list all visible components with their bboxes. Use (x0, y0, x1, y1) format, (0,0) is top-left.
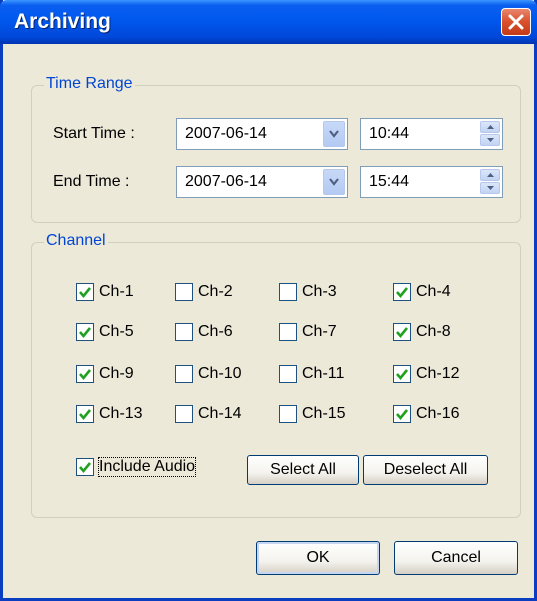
spin-up-icon (486, 125, 494, 129)
include-audio-label: Include Audio (97, 457, 197, 477)
start-date-picker[interactable]: 2007-06-14 (176, 118, 348, 150)
channel-checkbox[interactable]: Ch-4 (393, 280, 451, 304)
time-range-group: Time Range (31, 75, 521, 223)
channel-checkbox[interactable]: Ch-9 (76, 362, 134, 386)
channel-checkbox-label: Ch-5 (99, 323, 134, 340)
channel-checkbox-box[interactable] (279, 283, 297, 301)
channel-checkbox-box[interactable] (76, 365, 94, 383)
check-icon (396, 287, 409, 299)
chevron-down-icon (329, 130, 339, 138)
channel-checkbox[interactable]: Ch-1 (76, 280, 134, 304)
channel-checkbox-box[interactable] (175, 405, 193, 423)
channel-checkbox-label: Ch-10 (198, 365, 242, 382)
time-range-label: Time Range (44, 75, 135, 93)
channel-checkbox-box[interactable] (279, 365, 297, 383)
channel-checkbox-box[interactable] (393, 405, 411, 423)
channel-checkbox-box[interactable] (175, 323, 193, 341)
deselect-all-button[interactable]: Deselect All (363, 455, 488, 485)
channel-checkbox-box[interactable] (279, 405, 297, 423)
end-date-value: 2007-06-14 (185, 173, 267, 190)
channel-checkbox[interactable]: Ch-3 (279, 280, 337, 304)
channel-checkbox-label: Ch-14 (198, 405, 242, 422)
spin-down-icon (486, 138, 494, 142)
check-icon (396, 409, 409, 421)
channel-label: Channel (44, 232, 108, 250)
channel-checkbox-label: Ch-3 (302, 283, 337, 300)
channel-checkbox-label: Ch-4 (416, 283, 451, 300)
channel-checkbox[interactable]: Ch-16 (393, 402, 460, 426)
check-icon (396, 369, 409, 381)
close-button[interactable] (501, 8, 531, 36)
channel-checkbox-box[interactable] (393, 283, 411, 301)
channel-checkbox-label: Ch-9 (99, 365, 134, 382)
channel-checkbox[interactable]: Ch-7 (279, 320, 337, 344)
channel-checkbox-box[interactable] (175, 283, 193, 301)
channel-checkbox-label: Ch-6 (198, 323, 233, 340)
chevron-down-icon (329, 178, 339, 186)
include-audio-checkbox[interactable]: Include Audio (76, 455, 197, 479)
channel-checkbox-box[interactable] (76, 323, 94, 341)
check-icon (79, 462, 92, 474)
end-time-down-button[interactable] (480, 182, 500, 194)
channel-checkbox-box[interactable] (175, 365, 193, 383)
channel-checkbox-label: Ch-11 (302, 365, 345, 382)
archiving-dialog: Archiving Time Range Start Time : 2007-0… (0, 0, 537, 601)
check-icon (79, 369, 92, 381)
spin-up-icon (486, 173, 494, 177)
channel-checkbox[interactable]: Ch-13 (76, 402, 143, 426)
channel-checkbox[interactable]: Ch-5 (76, 320, 134, 344)
channel-checkbox[interactable]: Ch-6 (175, 320, 233, 344)
start-time-down-button[interactable] (480, 134, 500, 146)
channel-checkbox[interactable]: Ch-8 (393, 320, 451, 344)
channel-checkbox-box[interactable] (393, 365, 411, 383)
channel-checkbox[interactable]: Ch-14 (175, 402, 242, 426)
channel-checkbox-box[interactable] (393, 323, 411, 341)
start-time-label: Start Time : (53, 125, 135, 142)
channel-checkbox[interactable]: Ch-10 (175, 362, 242, 386)
check-icon (79, 327, 92, 339)
ok-button[interactable]: OK (256, 541, 380, 575)
channel-checkbox[interactable]: Ch-2 (175, 280, 233, 304)
title-bar[interactable]: Archiving (0, 0, 537, 44)
channel-checkbox-box[interactable] (76, 283, 94, 301)
channel-checkbox[interactable]: Ch-15 (279, 402, 346, 426)
channel-checkbox-label: Ch-8 (416, 323, 451, 340)
channel-checkbox-label: Ch-13 (99, 405, 143, 422)
end-time-value: 15:44 (369, 173, 410, 190)
channel-checkbox[interactable]: Ch-11 (279, 362, 344, 386)
end-time-up-button[interactable] (480, 169, 500, 181)
window-title: Archiving (14, 10, 111, 33)
cancel-button[interactable]: Cancel (394, 541, 518, 575)
channel-checkbox-label: Ch-7 (302, 323, 337, 340)
select-all-button[interactable]: Select All (247, 455, 359, 485)
start-time-value: 10:44 (369, 125, 410, 142)
channel-checkbox-label: Ch-16 (416, 405, 460, 422)
include-audio-box[interactable] (76, 458, 94, 476)
channel-checkbox-label: Ch-12 (416, 365, 460, 382)
close-icon (508, 14, 524, 30)
end-time-spinner[interactable]: 15:44 (360, 166, 503, 198)
end-date-dropdown-button[interactable] (323, 169, 345, 195)
channel-checkbox-box[interactable] (279, 323, 297, 341)
end-time-label: End Time : (53, 173, 130, 190)
channel-checkbox-box[interactable] (76, 405, 94, 423)
channel-checkbox-label: Ch-2 (198, 283, 233, 300)
start-date-value: 2007-06-14 (185, 125, 267, 142)
channel-checkbox[interactable]: Ch-12 (393, 362, 460, 386)
channel-checkbox-label: Ch-1 (99, 283, 134, 300)
end-date-picker[interactable]: 2007-06-14 (176, 166, 348, 198)
channel-checkbox-label: Ch-15 (302, 405, 346, 422)
spin-down-icon (486, 186, 494, 190)
start-time-up-button[interactable] (480, 121, 500, 133)
start-date-dropdown-button[interactable] (323, 121, 345, 147)
check-icon (396, 327, 409, 339)
start-time-spinner[interactable]: 10:44 (360, 118, 503, 150)
check-icon (79, 409, 92, 421)
check-icon (79, 287, 92, 299)
